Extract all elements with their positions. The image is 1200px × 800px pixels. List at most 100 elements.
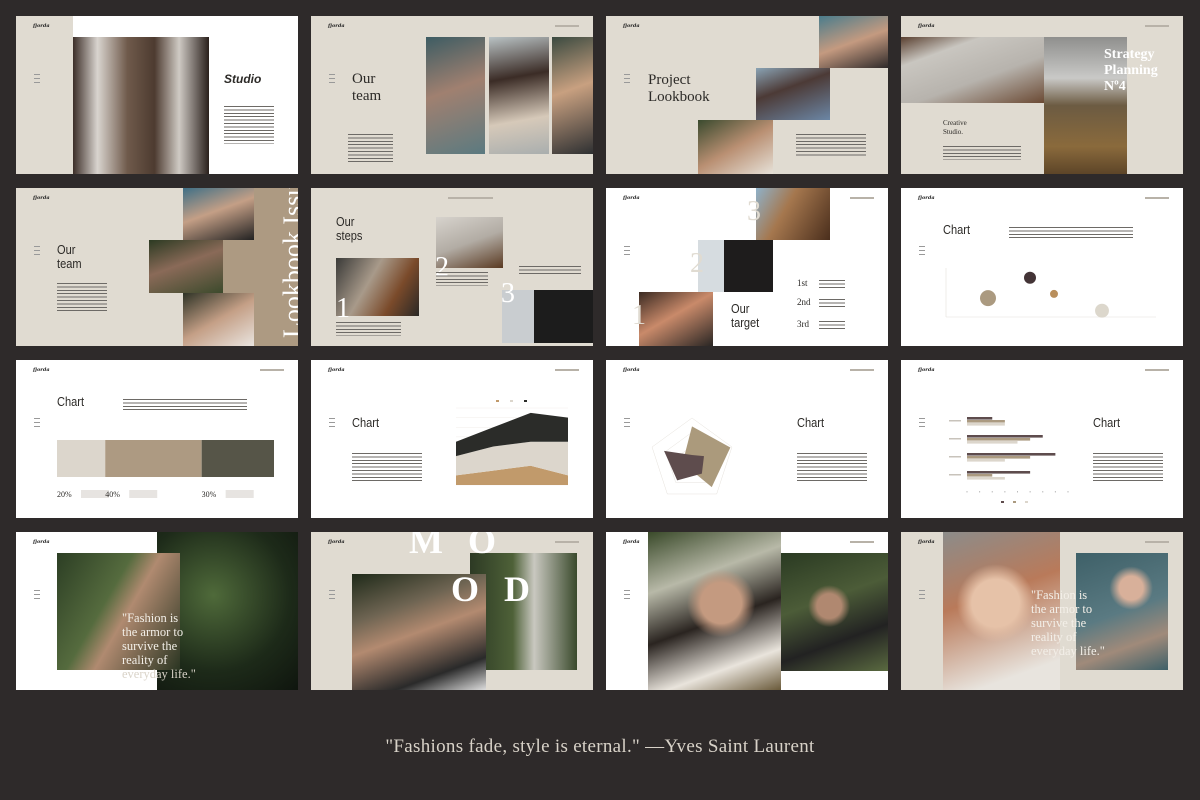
brand-logo: fjorda <box>918 539 935 545</box>
quote-line: "Fashion is <box>122 611 179 625</box>
title-line: Lookbook <box>648 88 710 105</box>
body-text-lines <box>57 283 107 311</box>
brand-logo: fjorda <box>33 23 50 29</box>
brand-logo: fjorda <box>33 539 50 545</box>
photo-model-pool <box>819 16 888 68</box>
body-text-lines <box>943 146 1021 160</box>
slide-project-lookbook[interactable]: fjorda Project Lookbook <box>606 16 888 174</box>
tick-label <box>1029 491 1031 493</box>
brand-logo: fjorda <box>918 23 935 29</box>
title-line: Our <box>352 71 376 87</box>
quote-line: survive the <box>1031 616 1087 630</box>
slide-studio[interactable]: fjorda Studio <box>16 16 298 174</box>
area-chart <box>456 400 568 486</box>
tick-label <box>1067 491 1069 493</box>
bar-segment <box>57 440 106 477</box>
legend-swatch <box>1001 501 1004 503</box>
quote-line: everyday life." <box>1031 644 1105 658</box>
bar <box>967 423 1005 426</box>
photo-menu-board <box>698 240 773 292</box>
bar <box>967 435 1043 438</box>
body-text-lines <box>336 322 401 336</box>
title-line: Our <box>336 214 355 229</box>
step-number: 1 <box>336 293 350 324</box>
side-meta <box>34 74 40 86</box>
bubble <box>980 290 996 307</box>
label-text-lines <box>129 490 158 498</box>
tick-label <box>1017 491 1018 493</box>
percent-label: 20% <box>57 490 72 499</box>
slide-chart-area[interactable]: fjorda Chart <box>311 360 593 518</box>
title-line: team <box>57 256 82 272</box>
slide-our-target[interactable]: fjorda 3 2 1 Our target 1st 2nd 3rd <box>606 188 888 346</box>
brand-logo: fjorda <box>623 23 640 29</box>
brand-logo: fjorda <box>328 539 345 545</box>
bubble <box>1095 303 1109 318</box>
tick-label <box>1054 491 1056 493</box>
brand-logo: fjorda <box>623 539 640 545</box>
bar <box>967 456 1031 459</box>
bubble-chart <box>945 268 1156 318</box>
side-meta <box>624 246 630 258</box>
slide-chart-percent[interactable]: fjorda Chart 20% 40% 30% <box>16 360 298 518</box>
step-number: 1 <box>632 300 646 331</box>
brand-logo: fjorda <box>33 195 50 201</box>
mood-letters-bottom: O D <box>451 569 538 609</box>
slide-quote-plants[interactable]: fjorda "Fashion is the armor to survive … <box>16 532 298 690</box>
body-text-lines <box>819 280 845 288</box>
rank-label: 1st <box>797 278 808 288</box>
bar <box>967 441 1018 444</box>
step-number: 3 <box>747 196 761 227</box>
title-line: team <box>352 87 382 104</box>
bar <box>967 438 1031 441</box>
title-line: Our <box>57 242 76 257</box>
legend-swatch <box>1013 501 1016 503</box>
slide-team-lookbook[interactable]: fjorda Ourteam Lookbook Issue <box>16 188 298 346</box>
photo-model-outdoor <box>698 120 773 174</box>
photo-woman-sunlight <box>648 532 781 690</box>
quote-line: everyday life." <box>122 667 196 681</box>
legend-swatch <box>496 400 499 402</box>
slide-quote-portrait[interactable]: fjorda "Fashion is the armor to survive … <box>901 532 1183 690</box>
slide-our-steps[interactable]: Our steps 1 2 3 <box>311 188 593 346</box>
percent-bar-chart: 20% 40% 30% <box>57 440 274 499</box>
slide-strategy-planning[interactable]: fjorda Strategy Planning Nº4 Creative Studi… <box>901 16 1183 174</box>
body-text-lines <box>819 299 845 307</box>
slide-chart-hbars[interactable]: fjorda Chart <box>901 360 1183 518</box>
subtitle-line: Creative <box>943 119 967 127</box>
bar-segment <box>201 440 274 477</box>
photo-woman-hat <box>781 553 888 671</box>
tick-label <box>966 491 968 493</box>
footer-quote: "Fashions fade, style is eternal." —Yves… <box>385 736 815 757</box>
slide-chart-bubble[interactable]: fjorda Chart <box>901 188 1183 346</box>
label-text-lines <box>225 490 254 498</box>
photo-room-chair <box>73 37 209 174</box>
slide-portraits[interactable]: fjorda <box>606 532 888 690</box>
slide-mood[interactable]: fjorda M O O D <box>311 532 593 690</box>
header-label <box>555 25 579 27</box>
slide-our-team[interactable]: fjorda Our team <box>311 16 593 174</box>
step-number: 3 <box>501 278 515 309</box>
bubble <box>1024 271 1036 284</box>
tick-label <box>1042 491 1044 493</box>
side-meta <box>34 590 40 602</box>
quote-line: survive the <box>122 639 178 653</box>
photo-model-3 <box>552 37 593 154</box>
bar <box>967 474 993 477</box>
side-meta <box>624 74 630 86</box>
photo-model-1 <box>426 37 485 154</box>
category-label <box>949 438 961 440</box>
horizontal-bar-chart <box>949 417 1069 503</box>
brand-logo: fjorda <box>328 23 345 29</box>
photo-model-2 <box>149 240 223 293</box>
bar <box>967 477 1005 480</box>
title-line: target <box>731 315 760 331</box>
subtitle-line: Studio. <box>943 128 964 136</box>
tick-label <box>979 491 981 493</box>
quote-line: the armor to <box>122 625 184 639</box>
slide-title: Studio <box>224 72 262 86</box>
title-line: Project <box>648 72 691 88</box>
photo-model-1 <box>183 188 254 240</box>
slide-chart-radar[interactable]: fjorda Chart <box>606 360 888 518</box>
legend-swatch <box>524 400 527 402</box>
